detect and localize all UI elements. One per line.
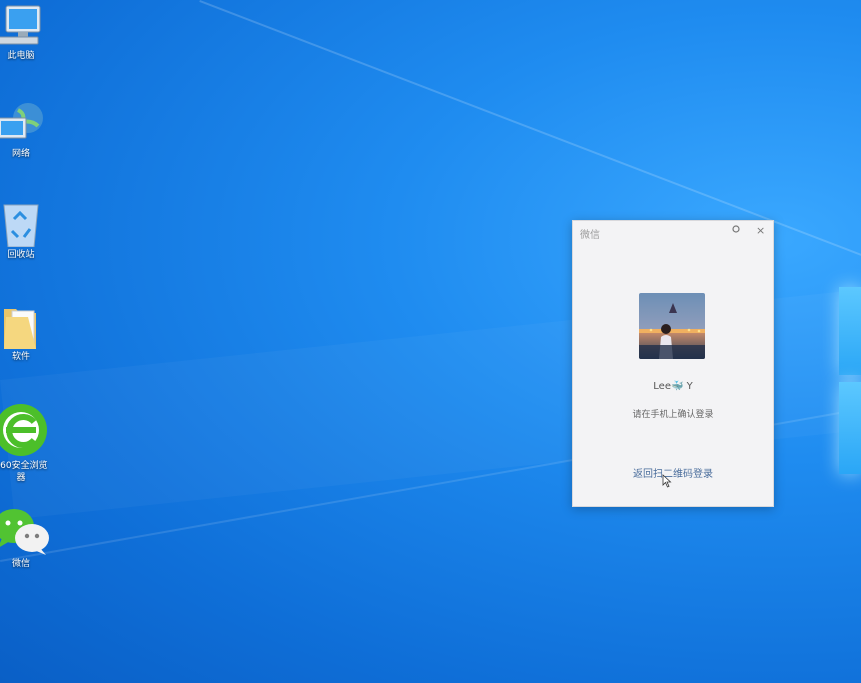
- wechat-login-window: 微信 × Lee🐳 Y 请在手机上确认登录 返回扫二维码登录: [572, 220, 774, 507]
- windows-logo-pane: [839, 287, 861, 375]
- desktop-icon-software-folder[interactable]: 软件: [0, 303, 48, 363]
- mouse-cursor-icon: [662, 473, 672, 492]
- browser-360-icon: [0, 402, 48, 458]
- desktop-icon-network[interactable]: 网络: [0, 100, 48, 160]
- avatar: [639, 293, 705, 359]
- network-icon: [0, 100, 44, 146]
- recycle-bin-icon: [0, 201, 44, 248]
- window-title: 微信: [580, 230, 600, 241]
- wechat-icon: [0, 506, 50, 556]
- close-icon[interactable]: ×: [756, 224, 765, 237]
- desktop-icon-360-browser[interactable]: 360安全浏览器: [0, 402, 48, 484]
- windows-logo-pane: [839, 382, 861, 474]
- desktop-icon-label: 回收站: [7, 250, 35, 260]
- desktop-icon-label: 网络: [11, 149, 30, 159]
- user-nickname: Lee🐳 Y: [653, 381, 693, 392]
- desktop-icon-wechat[interactable]: 微信: [0, 506, 50, 570]
- desktop-icon-label: 微信: [11, 559, 30, 569]
- desktop-icon-recycle-bin[interactable]: 回收站: [0, 201, 48, 261]
- desktop-icon-label: 此电脑: [7, 51, 35, 61]
- desktop-icon-label: 360安全浏览器: [0, 461, 48, 483]
- computer-icon: [0, 2, 44, 48]
- login-status-message: 请在手机上确认登录: [632, 410, 714, 420]
- desktop-icon-this-pc[interactable]: 此电脑: [0, 2, 48, 62]
- desktop-icon-label: 软件: [11, 352, 30, 362]
- back-to-qr-login-link[interactable]: 返回扫二维码登录: [573, 465, 773, 480]
- folder-icon: [0, 303, 44, 349]
- gear-icon[interactable]: [731, 224, 741, 237]
- desktop: 此电脑 网络 回收站 软件 60安全浏览器 微信 微信 × Lee🐳 Y 请在手…: [0, 0, 861, 683]
